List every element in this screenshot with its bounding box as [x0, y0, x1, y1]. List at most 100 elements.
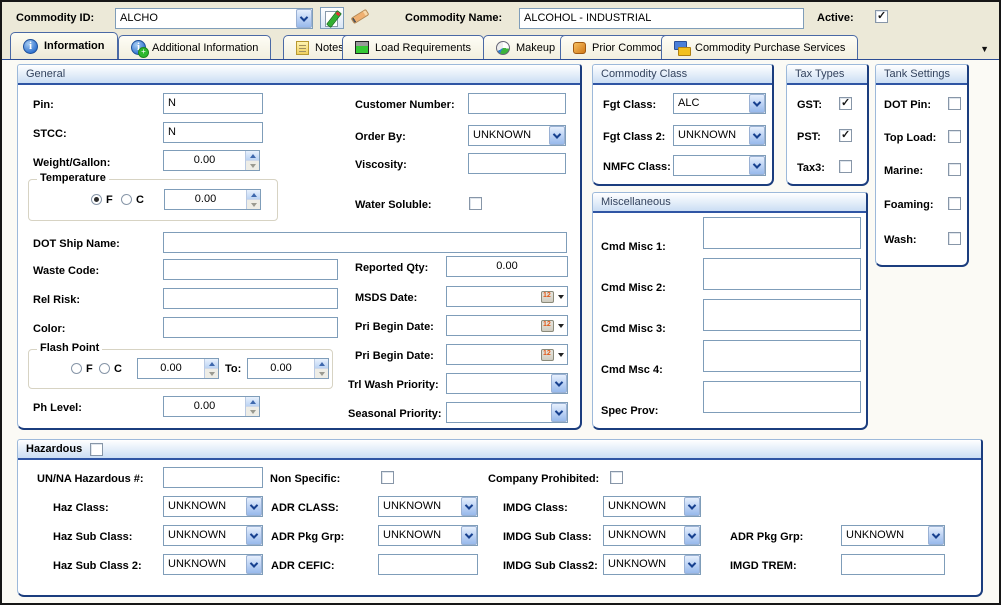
temperature-stepper[interactable]: 0.00 — [164, 189, 261, 210]
spec-prov-input[interactable] — [703, 381, 861, 413]
non-specific-checkbox[interactable] — [381, 471, 394, 484]
adr-pkg-grp2-select[interactable]: UNKNOWN — [841, 525, 945, 546]
chevron-down-icon[interactable] — [551, 403, 567, 422]
tab-information[interactable]: Information — [10, 32, 118, 59]
step-up-icon[interactable] — [247, 190, 260, 200]
step-down-icon[interactable] — [246, 407, 259, 416]
chevron-down-icon[interactable] — [749, 126, 765, 145]
chevron-down-icon[interactable] — [246, 497, 262, 516]
calendar-icon[interactable] — [541, 349, 554, 361]
tab-additional-information[interactable]: Additional Information — [118, 35, 271, 59]
chevron-down-icon[interactable] — [246, 555, 262, 574]
step-down-icon[interactable] — [315, 369, 328, 378]
water-soluble-checkbox[interactable] — [469, 197, 482, 210]
temperature-c-radio[interactable] — [121, 194, 132, 205]
tab-load-requirements[interactable]: Load Requirements — [342, 35, 484, 59]
msds-date-picker[interactable] — [446, 286, 568, 307]
nmfc-class-select[interactable] — [673, 155, 766, 176]
chevron-down-icon[interactable] — [684, 497, 700, 516]
imdg-sub-class2-select[interactable]: UNKNOWN — [603, 554, 701, 575]
chevron-down-icon[interactable] — [461, 497, 477, 516]
chevron-down-icon[interactable] — [558, 295, 564, 299]
pin-input[interactable]: N — [163, 93, 263, 114]
dot-pin-checkbox[interactable] — [948, 97, 961, 110]
chevron-down-icon[interactable] — [549, 126, 565, 145]
flash-point-f-radio[interactable] — [71, 363, 82, 374]
imdg-sub-class-select[interactable]: UNKNOWN — [603, 525, 701, 546]
chevron-down-icon[interactable] — [461, 526, 477, 545]
chevron-down-icon[interactable] — [749, 156, 765, 175]
haz-class-select[interactable]: UNKNOWN — [163, 496, 263, 517]
commodity-name-input[interactable]: ALCOHOL - INDUSTRIAL — [519, 8, 804, 29]
rel-risk-input[interactable] — [163, 288, 338, 309]
imgd-trem-input[interactable] — [841, 554, 945, 575]
pencil-icon[interactable] — [350, 7, 370, 25]
customer-number-input[interactable] — [468, 93, 566, 114]
pst-checkbox[interactable] — [839, 129, 852, 142]
fgt-class2-select[interactable]: UNKNOWN — [673, 125, 766, 146]
dot-ship-name-input[interactable] — [163, 232, 567, 253]
imdg-class-select[interactable]: UNKNOWN — [603, 496, 701, 517]
un-na-hazardous-input[interactable] — [163, 467, 263, 488]
cmd-msc4-input[interactable] — [703, 340, 861, 372]
pri-begin-date-1-picker[interactable] — [446, 315, 568, 336]
adr-pkg-grp-select[interactable]: UNKNOWN — [378, 525, 478, 546]
chevron-down-icon[interactable] — [928, 526, 944, 545]
flash-point-from-stepper[interactable]: 0.00 — [137, 358, 219, 379]
calendar-icon[interactable] — [541, 320, 554, 332]
reported-qty-input[interactable]: 0.00 — [446, 256, 568, 277]
seasonal-priority-select[interactable] — [446, 402, 568, 423]
ph-level-stepper[interactable]: 0.00 — [163, 396, 260, 417]
tab-label: Information — [44, 40, 105, 52]
waste-code-input[interactable] — [163, 259, 338, 280]
cmd-misc2-input[interactable] — [703, 258, 861, 290]
chevron-down-icon[interactable] — [296, 9, 312, 28]
hazardous-checkbox[interactable] — [90, 443, 103, 456]
tab-commodity-purchase-services[interactable]: Commodity Purchase Services — [661, 35, 858, 59]
weight-gallon-stepper[interactable]: 0.00 — [163, 150, 260, 171]
step-down-icon[interactable] — [205, 369, 218, 378]
active-checkbox[interactable] — [875, 10, 888, 23]
step-up-icon[interactable] — [315, 359, 328, 369]
foaming-checkbox[interactable] — [948, 197, 961, 210]
chevron-down-icon[interactable] — [558, 324, 564, 328]
chevron-down-icon[interactable] — [551, 374, 567, 393]
temperature-f-radio[interactable] — [91, 194, 102, 205]
stcc-input[interactable]: N — [163, 122, 263, 143]
top-load-checkbox[interactable] — [948, 130, 961, 143]
chevron-down-icon[interactable] — [684, 555, 700, 574]
step-up-icon[interactable] — [246, 151, 259, 161]
order-by-select[interactable]: UNKNOWN — [468, 125, 566, 146]
haz-sub-class-select[interactable]: UNKNOWN — [163, 525, 263, 546]
adr-cefic-input[interactable] — [378, 554, 478, 575]
trl-wash-priority-select[interactable] — [446, 373, 568, 394]
tab-overflow-icon[interactable]: ▼ — [980, 44, 989, 54]
chevron-down-icon[interactable] — [749, 94, 765, 113]
commodity-id-select[interactable]: ALCHO — [115, 8, 313, 29]
viscosity-input[interactable] — [468, 153, 566, 174]
chevron-down-icon[interactable] — [684, 526, 700, 545]
calendar-icon[interactable] — [541, 291, 554, 303]
fgt-class-select[interactable]: ALC — [673, 93, 766, 114]
tab-makeup[interactable]: Makeup — [483, 35, 568, 59]
flash-point-c-radio[interactable] — [99, 363, 110, 374]
wash-checkbox[interactable] — [948, 232, 961, 245]
edit-note-icon[interactable] — [320, 7, 344, 29]
chevron-down-icon[interactable] — [558, 353, 564, 357]
color-input[interactable] — [163, 317, 338, 338]
chevron-down-icon[interactable] — [246, 526, 262, 545]
cmd-misc3-input[interactable] — [703, 299, 861, 331]
adr-class-select[interactable]: UNKNOWN — [378, 496, 478, 517]
step-up-icon[interactable] — [246, 397, 259, 407]
company-prohibited-checkbox[interactable] — [610, 471, 623, 484]
marine-checkbox[interactable] — [948, 163, 961, 176]
cmd-misc1-input[interactable] — [703, 217, 861, 249]
step-down-icon[interactable] — [247, 200, 260, 209]
gst-checkbox[interactable] — [839, 97, 852, 110]
step-up-icon[interactable] — [205, 359, 218, 369]
pri-begin-date-2-picker[interactable] — [446, 344, 568, 365]
flash-point-to-stepper[interactable]: 0.00 — [247, 358, 329, 379]
haz-sub-class2-select[interactable]: UNKNOWN — [163, 554, 263, 575]
step-down-icon[interactable] — [246, 161, 259, 170]
tax3-checkbox[interactable] — [839, 160, 852, 173]
